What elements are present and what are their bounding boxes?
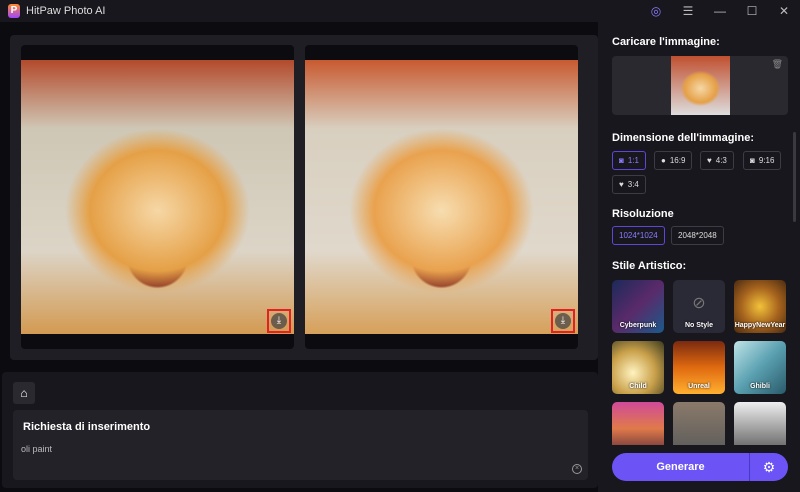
download-icon: ⤓ bbox=[555, 313, 571, 329]
instagram-icon: ◙ bbox=[750, 156, 755, 165]
style-sketch[interactable] bbox=[734, 402, 786, 445]
user-icon[interactable]: ◎ bbox=[640, 0, 672, 22]
twitter-icon: ♥ bbox=[619, 180, 624, 189]
style-grid: Cyberpunk ⊘ No Style HappyNewYear Child U… bbox=[612, 280, 788, 445]
style-label: Ghibli bbox=[750, 383, 770, 390]
style-heading: Stile Artistico: bbox=[612, 260, 687, 272]
style-label: HappyNewYear bbox=[734, 322, 786, 329]
upload-heading: Caricare l'immagine: bbox=[612, 36, 720, 48]
home-button[interactable]: ⌂ bbox=[13, 382, 35, 404]
size-label: 3:4 bbox=[627, 180, 639, 189]
prompt-label: Richiesta di inserimento bbox=[23, 421, 151, 433]
home-icon: ⌂ bbox=[20, 386, 28, 400]
original-image bbox=[21, 60, 294, 334]
size-option-1-1[interactable]: ◙ 1:1 bbox=[612, 151, 646, 170]
gear-icon: ⚙ bbox=[762, 459, 776, 475]
download-button[interactable]: ⤓ bbox=[267, 309, 291, 333]
maximize-icon[interactable]: ☐ bbox=[736, 0, 768, 22]
download-button[interactable]: ⤓ bbox=[551, 309, 575, 333]
style-label: Unreal bbox=[688, 383, 710, 390]
style-room[interactable] bbox=[673, 402, 725, 445]
no-style-icon: ⊘ bbox=[692, 294, 706, 312]
style-happynewyear[interactable]: HappyNewYear bbox=[734, 280, 786, 333]
generate-button-group: Generare ⚙ bbox=[612, 453, 788, 481]
settings-button[interactable]: ⚙ bbox=[750, 453, 788, 481]
clear-icon[interactable]: × bbox=[572, 464, 582, 474]
original-image-card: ⤓ bbox=[21, 45, 294, 349]
generated-image-card: ⤓ bbox=[305, 45, 578, 349]
facebook-icon: ● bbox=[661, 156, 666, 165]
menu-icon[interactable]: ☰ bbox=[672, 0, 704, 22]
sidebar-scrollbar[interactable] bbox=[793, 132, 796, 222]
size-option-3-4[interactable]: ♥ 3:4 bbox=[612, 175, 646, 194]
resolution-heading: Risoluzione bbox=[612, 208, 674, 220]
style-sunset[interactable] bbox=[612, 402, 664, 445]
style-cyberpunk[interactable]: Cyberpunk bbox=[612, 280, 664, 333]
size-option-4-3[interactable]: ♥ 4:3 bbox=[700, 151, 734, 170]
style-no-style[interactable]: ⊘ No Style bbox=[673, 280, 725, 333]
prompt-input[interactable]: Richiesta di inserimento oli paint × bbox=[13, 410, 588, 480]
trash-icon[interactable]: 🗑 bbox=[772, 59, 783, 70]
resolution-1024[interactable]: 1024*1024 bbox=[612, 226, 665, 245]
size-label: 1:1 bbox=[627, 156, 639, 165]
comparison-panel: ⤓ ⤓ bbox=[10, 35, 598, 360]
upload-area[interactable]: 🗑 bbox=[612, 56, 788, 115]
style-child[interactable]: Child bbox=[612, 341, 664, 394]
title-bar: P HitPaw Photo AI ◎ ☰ — ☐ ✕ bbox=[0, 0, 800, 22]
twitter-icon: ♥ bbox=[707, 156, 712, 165]
prompt-text[interactable]: oli paint bbox=[21, 444, 52, 454]
close-icon[interactable]: ✕ bbox=[768, 0, 800, 22]
minimize-icon[interactable]: — bbox=[704, 0, 736, 22]
uploaded-thumbnail bbox=[671, 56, 730, 115]
resolution-2048[interactable]: 2048*2048 bbox=[671, 226, 724, 245]
size-label: 4:3 bbox=[715, 156, 727, 165]
instagram-icon: ◙ bbox=[619, 156, 624, 165]
generated-image bbox=[305, 60, 578, 334]
app-logo: P bbox=[8, 4, 20, 18]
style-ghibli[interactable]: Ghibli bbox=[734, 341, 786, 394]
prompt-panel: ⌂ Richiesta di inserimento oli paint × bbox=[2, 372, 598, 488]
style-unreal[interactable]: Unreal bbox=[673, 341, 725, 394]
app-title: HitPaw Photo AI bbox=[26, 5, 106, 17]
size-heading: Dimensione dell'immagine: bbox=[612, 132, 754, 144]
settings-sidebar: Caricare l'immagine: 🗑 Dimensione dell'i… bbox=[598, 22, 800, 492]
style-label: Child bbox=[629, 383, 647, 390]
size-label: 16:9 bbox=[669, 156, 686, 165]
style-label: No Style bbox=[684, 322, 713, 329]
size-option-16-9[interactable]: ● 16:9 bbox=[654, 151, 693, 170]
generate-button[interactable]: Generare bbox=[612, 453, 750, 481]
download-icon: ⤓ bbox=[271, 313, 287, 329]
style-label: Cyberpunk bbox=[619, 322, 657, 329]
size-label: 9:16 bbox=[758, 156, 775, 165]
size-option-9-16[interactable]: ◙ 9:16 bbox=[743, 151, 782, 170]
